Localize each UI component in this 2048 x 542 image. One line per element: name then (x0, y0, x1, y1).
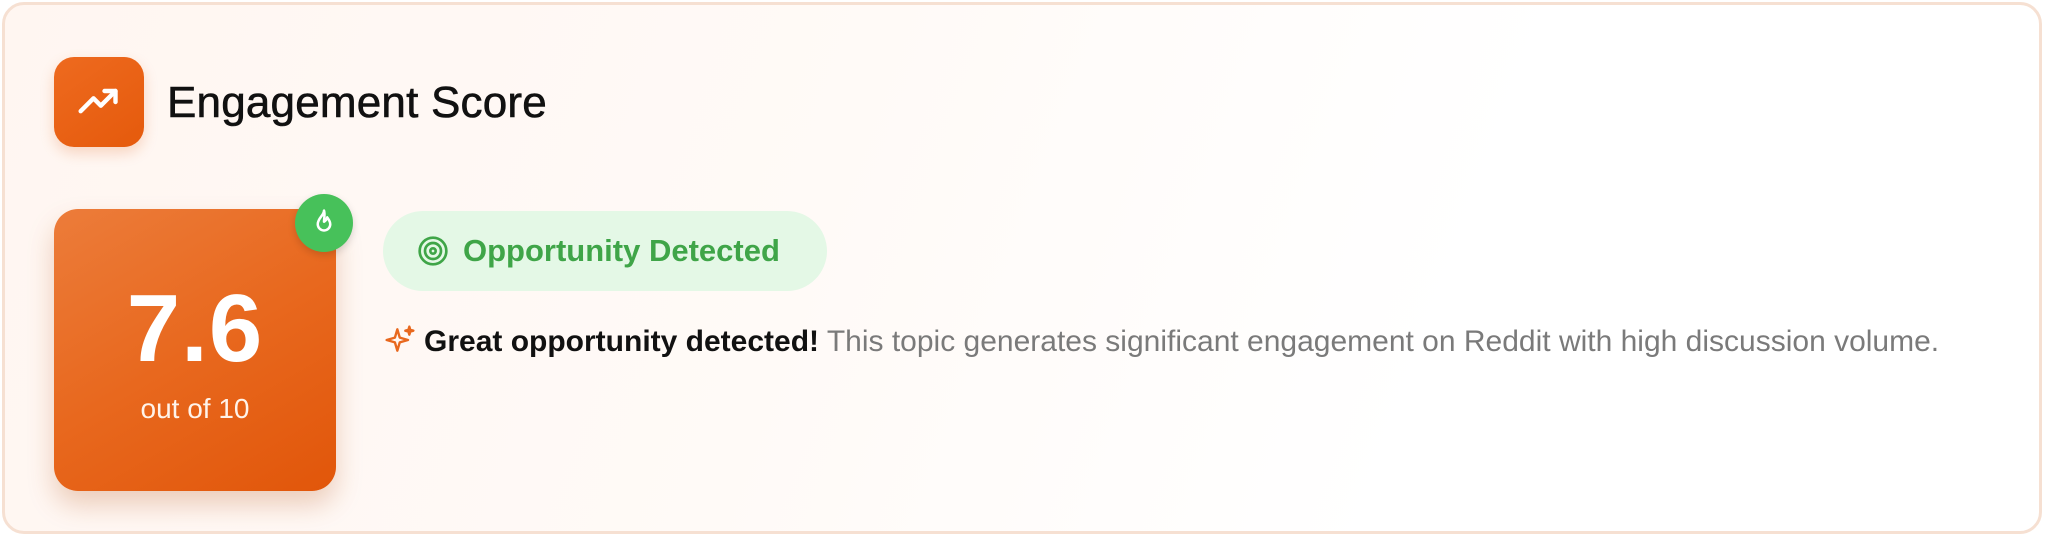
status-label: Opportunity Detected (463, 233, 780, 268)
score-display: 7.6 out of 10 (54, 209, 336, 491)
score-value: 7.6 (126, 275, 264, 382)
description-text: This topic generates significant engagem… (826, 325, 1940, 358)
description-bold: Great opportunity detected! (424, 325, 820, 358)
trending-up-icon (54, 57, 144, 147)
card-title: Engagement Score (167, 78, 547, 128)
engagement-score-card: Engagement Score 7.6 out of 10 Opportuni… (2, 2, 2042, 534)
description: Great opportunity detected! This topic g… (384, 316, 2004, 368)
score-subtitle: out of 10 (140, 393, 250, 424)
flame-icon (295, 194, 353, 252)
sparkles-icon (385, 325, 415, 352)
target-icon (418, 236, 448, 266)
status-badge: Opportunity Detected (383, 211, 827, 291)
